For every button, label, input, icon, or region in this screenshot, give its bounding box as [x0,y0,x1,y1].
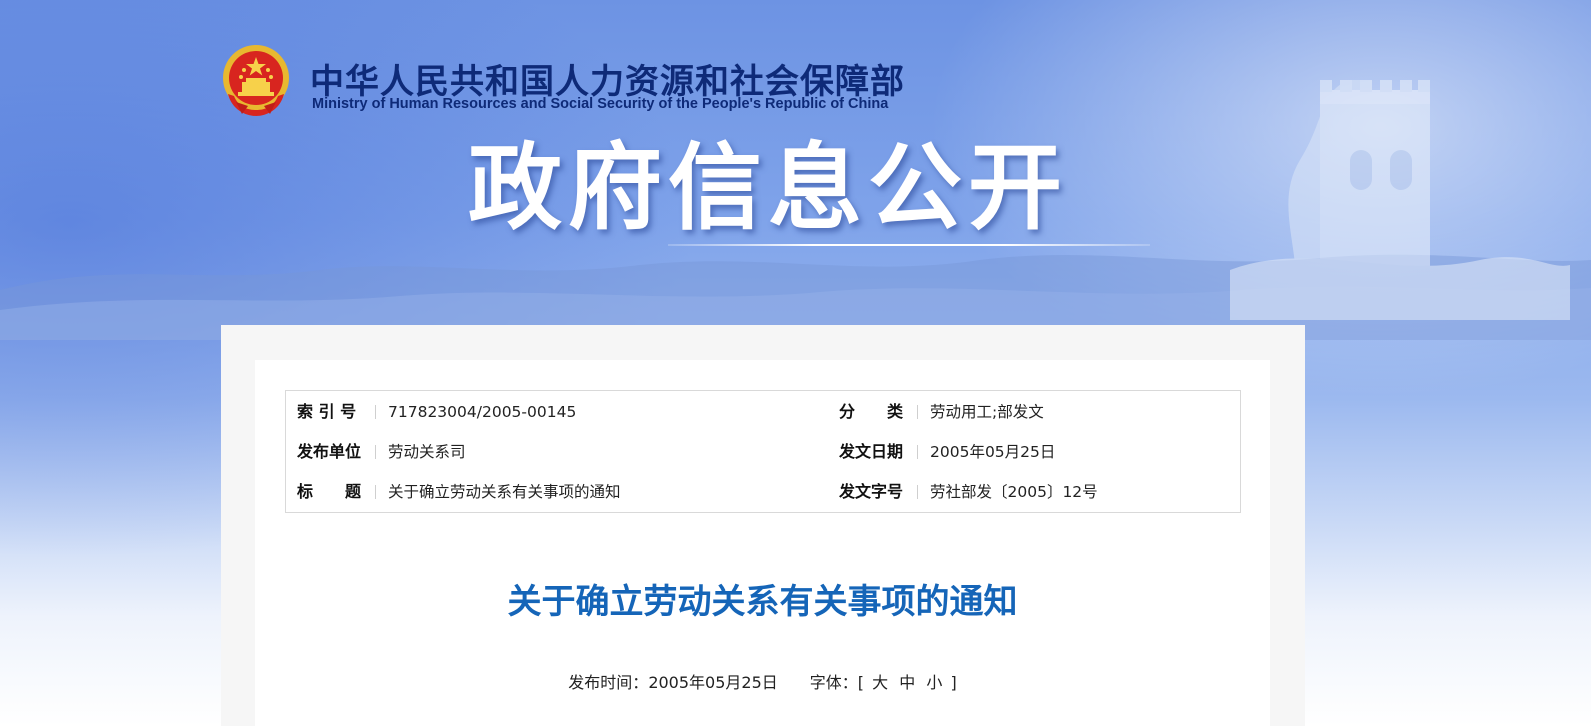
publisher-value: 劳动关系司 [388,443,466,461]
document-number-label: 发文字号 [839,482,904,501]
meta-separator [917,445,918,459]
document-metadata-table: 索 引 号 717823004/2005-00145 分 类 劳动用工;部发文 … [285,390,1241,513]
index-number-value: 717823004/2005-00145 [388,403,577,421]
ministry-name-en: Ministry of Human Resources and Social S… [312,96,889,112]
font-size-medium-button[interactable]: 中 [896,669,918,693]
category-label: 分 类 [839,402,904,421]
banner-divider [668,244,1150,246]
meta-row-1: 索 引 号 717823004/2005-00145 分 类 劳动用工;部发文 [286,401,1240,441]
title-value: 关于确立劳动关系有关事项的通知 [388,483,621,501]
meta-row-3: 标 题 关于确立劳动关系有关事项的通知 发文字号 劳社部发〔2005〕12号 [286,481,1240,521]
publish-time-value: 2005年05月25日 [648,673,778,692]
index-number-label: 索 引 号 [297,402,357,421]
meta-separator [917,485,918,499]
great-wall-illustration [1230,80,1570,320]
font-bracket-close: ] [950,673,957,692]
title-label: 标 题 [297,482,362,501]
publish-time-label: 发布时间： [568,673,649,692]
meta-separator [375,445,376,459]
category-value: 劳动用工;部发文 [930,403,1044,421]
banner-title: 政府信息公开 [468,134,1069,243]
issue-date-value: 2005年05月25日 [930,443,1056,461]
document-number-value: 劳社部发〔2005〕12号 [930,483,1098,501]
issue-date-label: 发文日期 [839,442,904,461]
meta-separator [917,405,918,419]
meta-row-2: 发布单位 劳动关系司 发文日期 2005年05月25日 [286,441,1240,481]
national-emblem-icon [223,45,289,116]
publisher-label: 发布单位 [297,442,362,461]
font-size-large-button[interactable]: 大 [869,669,891,693]
document-title: 关于确立劳动关系有关事项的通知 [507,582,1018,622]
publish-info-bar: 发布时间：2005年05月25日 字体：[ 大 中 小 ] [255,669,1270,693]
font-size-small-button[interactable]: 小 [923,669,945,693]
font-bracket-open: [ [857,673,865,692]
meta-separator [375,405,376,419]
font-size-label: 字体： [809,673,858,692]
meta-separator [375,485,376,499]
